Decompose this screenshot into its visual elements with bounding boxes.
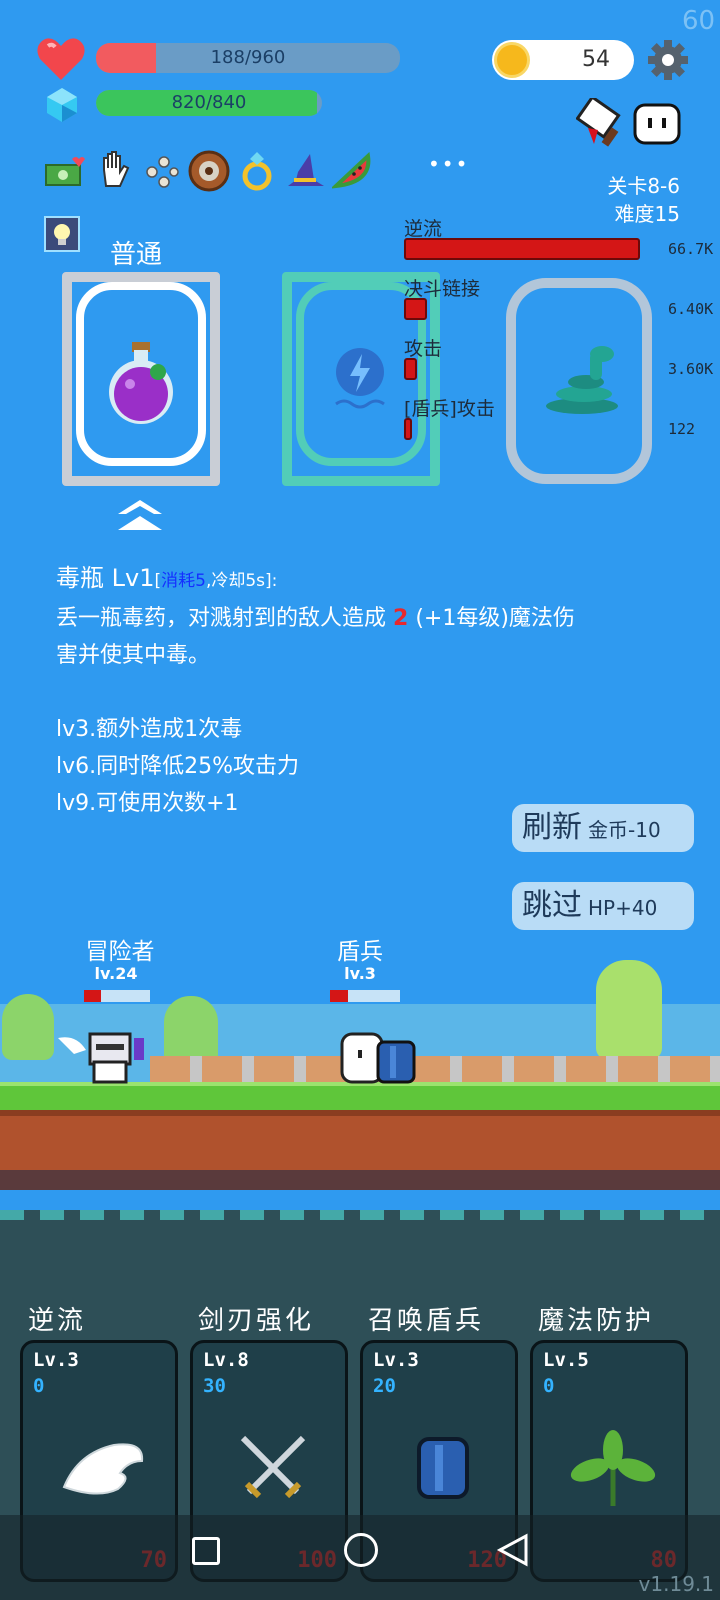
coin-counter: 54 (492, 40, 634, 80)
ghost-icon (632, 102, 682, 146)
skill-cooldown: ,冷却5s]: (205, 571, 278, 591)
coin-value: 54 (582, 47, 610, 72)
enemy-level: lv.3 (344, 964, 376, 983)
card-count: 20 (373, 1375, 396, 1397)
tree-right (596, 960, 662, 1060)
coin-icon (494, 42, 530, 78)
damage-stat-label: 决斗链接 (404, 278, 481, 300)
skill-description: 毒瓶 Lv1[消耗5,冷却5s]: 丢一瓶毒药，对溅射到的敌人造成 2 (+1每… (56, 560, 696, 822)
fence (150, 1056, 720, 1084)
skill-option-poison[interactable] (62, 272, 220, 486)
card-count: 0 (543, 1375, 555, 1397)
player-knight-sprite[interactable] (56, 1030, 160, 1084)
hp-text: 188/960 (210, 47, 286, 68)
home-circle-icon[interactable] (344, 1533, 378, 1567)
hint-bulb-icon[interactable] (44, 216, 80, 252)
player-level: lv.24 (94, 964, 138, 983)
cleaver-icon (575, 95, 626, 150)
card-icon (563, 1423, 663, 1513)
skill-effect-line-2: 害并使其中毒。 (56, 643, 211, 668)
system-nav-bar (0, 1515, 720, 1600)
card-title: 剑刃强化 (198, 1306, 315, 1336)
enemy-name: 盾兵 (337, 939, 383, 965)
skill-effect-line-1: 丢一瓶毒药，对溅射到的敌人造成 2 (+1每级)魔法伤 (56, 606, 575, 631)
shield-round-icon[interactable] (188, 150, 230, 192)
card-title: 逆流 (28, 1306, 87, 1336)
player-hp-bar (84, 990, 150, 1002)
molecule-icon[interactable] (144, 154, 180, 190)
card-level: Lv.3 (33, 1349, 79, 1371)
snake-icon (542, 344, 622, 416)
damage-stat-label: 攻击 (404, 338, 443, 360)
skip-button[interactable]: 跳过 HP+40 (512, 882, 694, 930)
grass-strip (0, 1082, 720, 1110)
damage-stat-bar (404, 418, 412, 440)
stage-difficulty: 难度15 (614, 202, 680, 226)
card-count: 0 (33, 1375, 45, 1397)
card-icon (223, 1423, 323, 1513)
hand-icon[interactable] (96, 150, 132, 192)
mp-text: 820/840 (171, 92, 247, 113)
hp-bar: 188/960 (96, 43, 400, 73)
recents-square-icon[interactable] (192, 1537, 220, 1565)
card-level: Lv.5 (543, 1349, 589, 1371)
damage-stat-bar (404, 238, 640, 260)
skill-name: 毒瓶 Lv1 (56, 564, 155, 592)
more-items-button[interactable]: ••• (428, 152, 469, 176)
refresh-button[interactable]: 刷新 金币-10 (512, 804, 694, 852)
skill-lv3-perk: lv3.额外造成1次毒 (56, 717, 243, 742)
damage-stat-label: [盾兵]攻击 (404, 398, 495, 420)
deep-dirt (0, 1170, 720, 1190)
watermelon-icon[interactable] (330, 151, 372, 190)
damage-stat-value: 3.60K (668, 360, 714, 378)
damage-stat-value: 122 (668, 420, 696, 438)
skip-reward: HP+40 (588, 896, 658, 920)
back-triangle-icon[interactable] (496, 1533, 530, 1567)
card-title: 魔法防护 (538, 1306, 655, 1336)
skill-damage-value: 2 (393, 606, 409, 631)
settings-gear-icon[interactable] (646, 38, 690, 82)
skill-cost: 消耗5 (161, 571, 206, 591)
damage-stat-label: 逆流 (404, 218, 443, 240)
mp-bar: 820/840 (96, 90, 322, 116)
fps-counter: 60 (682, 6, 716, 36)
card-icon (393, 1423, 493, 1513)
rarity-label: 普通 (110, 240, 163, 270)
tree-left (2, 994, 54, 1060)
dirt-strip (0, 1110, 720, 1170)
refresh-label: 刷新 (522, 810, 582, 845)
cash-icon[interactable] (44, 155, 86, 189)
card-level: Lv.8 (203, 1349, 249, 1371)
card-icon (53, 1423, 153, 1513)
damage-stat-bar (404, 298, 427, 320)
player-name: 冒险者 (85, 939, 155, 965)
card-title: 召唤盾兵 (368, 1306, 485, 1336)
enemy-shield-soldier-sprite[interactable] (338, 1032, 424, 1084)
heart-icon (36, 36, 86, 82)
damage-stat-value: 66.7K (668, 240, 714, 258)
battle-scene: 冒险者 lv.24 盾兵 lv.3 (0, 939, 720, 1210)
damage-stat-bar (404, 358, 417, 380)
upgrade-arrow-icon (116, 498, 164, 536)
skill-lv6-perk: lv6.同时降低25%攻击力 (56, 754, 300, 779)
skill-option-snake[interactable] (506, 278, 652, 484)
card-level: Lv.3 (373, 1349, 419, 1371)
wizard-hat-icon[interactable] (284, 150, 328, 192)
lightning-gear-icon (328, 342, 392, 414)
version-text: v1.19.1 (638, 1572, 714, 1596)
stage-level: 关卡8-6 (607, 174, 680, 198)
skill-title-line: 毒瓶 Lv1[消耗5,冷却5s]: (56, 564, 278, 592)
skip-label: 跳过 (522, 888, 582, 923)
refresh-cost: 金币-10 (588, 818, 661, 842)
card-count: 30 (203, 1375, 226, 1397)
ring-icon[interactable] (240, 150, 274, 192)
crystal-icon (44, 87, 80, 123)
poison-bottle-icon (102, 336, 182, 426)
damage-stat-value: 6.40K (668, 300, 714, 318)
enemy-hp-bar (330, 990, 400, 1002)
